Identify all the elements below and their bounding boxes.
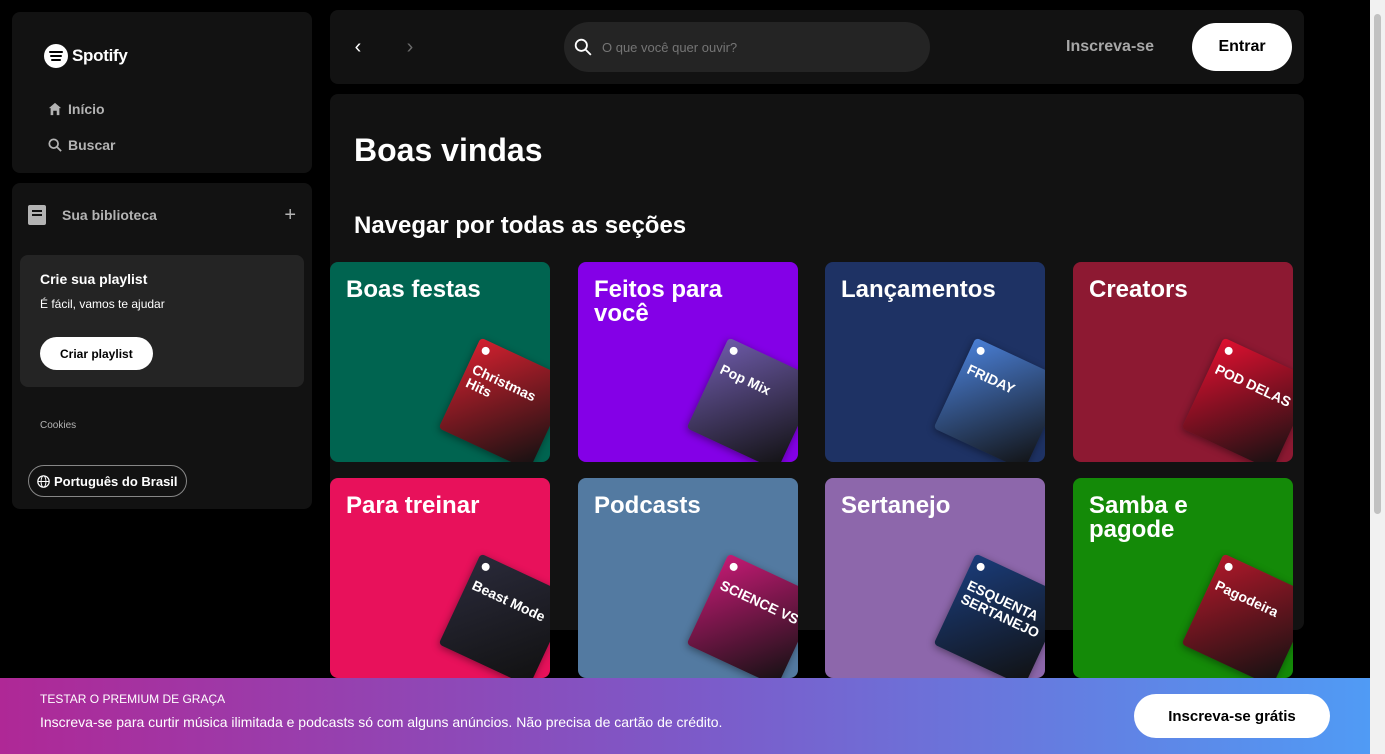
spotify-mark-icon	[975, 561, 986, 573]
nav-home[interactable]: Início	[48, 101, 105, 117]
add-library-button[interactable]: +	[284, 205, 296, 225]
category-title: Samba e pagode	[1089, 492, 1188, 543]
spotify-mark-icon	[1223, 345, 1234, 357]
globe-icon	[37, 474, 50, 488]
create-playlist-subtitle: É fácil, vamos te ajudar	[40, 297, 165, 311]
cover-art-text: FRIDAY	[964, 360, 1018, 397]
category-tile[interactable]: Podcasts SCIENCE VS	[578, 478, 798, 678]
category-tile[interactable]: Boas festas Christmas Hits	[330, 262, 550, 462]
top-bar: ‹ › Inscreva-se Entrar	[330, 10, 1304, 84]
search-bar[interactable]	[564, 22, 930, 72]
home-icon	[48, 102, 62, 116]
category-title: Feitos para você	[594, 276, 723, 327]
category-tile[interactable]: Lançamentos FRIDAY	[825, 262, 1045, 462]
banner-text: Inscreva-se para curtir música ilimitada…	[40, 714, 723, 730]
library-panel: Sua biblioteca + Crie sua playlist É fác…	[12, 183, 312, 509]
search-input[interactable]	[602, 39, 902, 55]
nav-search-label: Buscar	[68, 137, 116, 153]
category-title: Podcasts	[594, 492, 701, 519]
spotify-mark-icon	[975, 345, 986, 357]
premium-banner[interactable]: TESTAR O PREMIUM DE GRAÇA Inscreva-se pa…	[0, 678, 1370, 754]
category-cover-image: SCIENCE VS	[686, 553, 798, 678]
library-header[interactable]: Sua biblioteca	[28, 205, 157, 225]
cookies-link[interactable]: Cookies	[40, 420, 76, 431]
category-cover-image: POD DELAS	[1181, 337, 1293, 462]
spotify-mark-icon	[728, 561, 739, 573]
cover-art-text: Pop Mix	[717, 360, 774, 399]
scrollbar[interactable]	[1370, 0, 1385, 754]
search-icon	[574, 38, 592, 56]
back-button[interactable]: ‹	[348, 37, 368, 57]
banner-kicker: TESTAR O PREMIUM DE GRAÇA	[40, 692, 226, 706]
brand-name: Spotify	[72, 46, 128, 65]
signup-free-button[interactable]: Inscreva-se grátis	[1134, 694, 1330, 738]
cover-art-text: Christmas Hits	[463, 360, 539, 405]
library-icon	[28, 205, 46, 225]
category-title: Sertanejo	[841, 492, 951, 519]
category-title: Creators	[1089, 276, 1188, 303]
scrollbar-thumb[interactable]	[1374, 14, 1381, 514]
spotify-logo[interactable]: Spotify	[44, 44, 128, 68]
category-tile[interactable]: Creators POD DELAS	[1073, 262, 1293, 462]
spotify-mark-icon	[728, 345, 739, 357]
category-tile[interactable]: Samba e pagode Pagodeira	[1073, 478, 1293, 678]
category-title: Boas festas	[346, 276, 481, 303]
category-title: Para treinar	[346, 492, 480, 519]
category-cover-image: Pop Mix	[686, 337, 798, 462]
page-title: Boas vindas	[354, 132, 543, 168]
category-cover-image: FRIDAY	[933, 337, 1045, 462]
cover-art-text: ESQUENTA SERTANEJO	[958, 576, 1042, 641]
cover-art-text: Beast Mode	[469, 576, 548, 625]
cover-art-text: POD DELAS	[1212, 360, 1293, 410]
language-label: Português do Brasil	[54, 473, 178, 489]
category-tile[interactable]: Sertanejo ESQUENTA SERTANEJO	[825, 478, 1045, 678]
cover-art-text: Pagodeira	[1212, 576, 1281, 621]
cover-art-text: SCIENCE VS	[717, 576, 798, 628]
spotify-mark-icon	[480, 345, 491, 357]
category-cover-image: ESQUENTA SERTANEJO	[933, 553, 1045, 678]
create-playlist-button[interactable]: Criar playlist	[40, 337, 153, 370]
category-title: Lançamentos	[841, 276, 996, 303]
section-title: Navegar por todas as seções	[354, 212, 687, 239]
language-button[interactable]: Português do Brasil	[28, 465, 187, 497]
login-button[interactable]: Entrar	[1192, 23, 1292, 71]
category-tile[interactable]: Feitos para você Pop Mix	[578, 262, 798, 462]
spotify-mark-icon	[1223, 561, 1234, 573]
category-cover-image: Beast Mode	[438, 553, 550, 678]
search-icon	[48, 138, 62, 152]
nav-search[interactable]: Buscar	[48, 137, 115, 153]
category-cover-image: Christmas Hits	[438, 337, 550, 462]
library-title: Sua biblioteca	[62, 207, 157, 223]
forward-button[interactable]: ›	[400, 37, 420, 57]
spotify-logo-icon	[44, 44, 68, 68]
create-playlist-title: Crie sua playlist	[40, 271, 148, 287]
spotify-mark-icon	[480, 561, 491, 573]
nav-home-label: Início	[68, 101, 105, 117]
category-cover-image: Pagodeira	[1181, 553, 1293, 678]
nav-panel: Spotify Início Buscar	[12, 12, 312, 173]
signup-button[interactable]: Inscreva-se	[1066, 38, 1154, 56]
category-tile[interactable]: Para treinar Beast Mode	[330, 478, 550, 678]
create-playlist-card: Crie sua playlist É fácil, vamos te ajud…	[20, 255, 304, 387]
